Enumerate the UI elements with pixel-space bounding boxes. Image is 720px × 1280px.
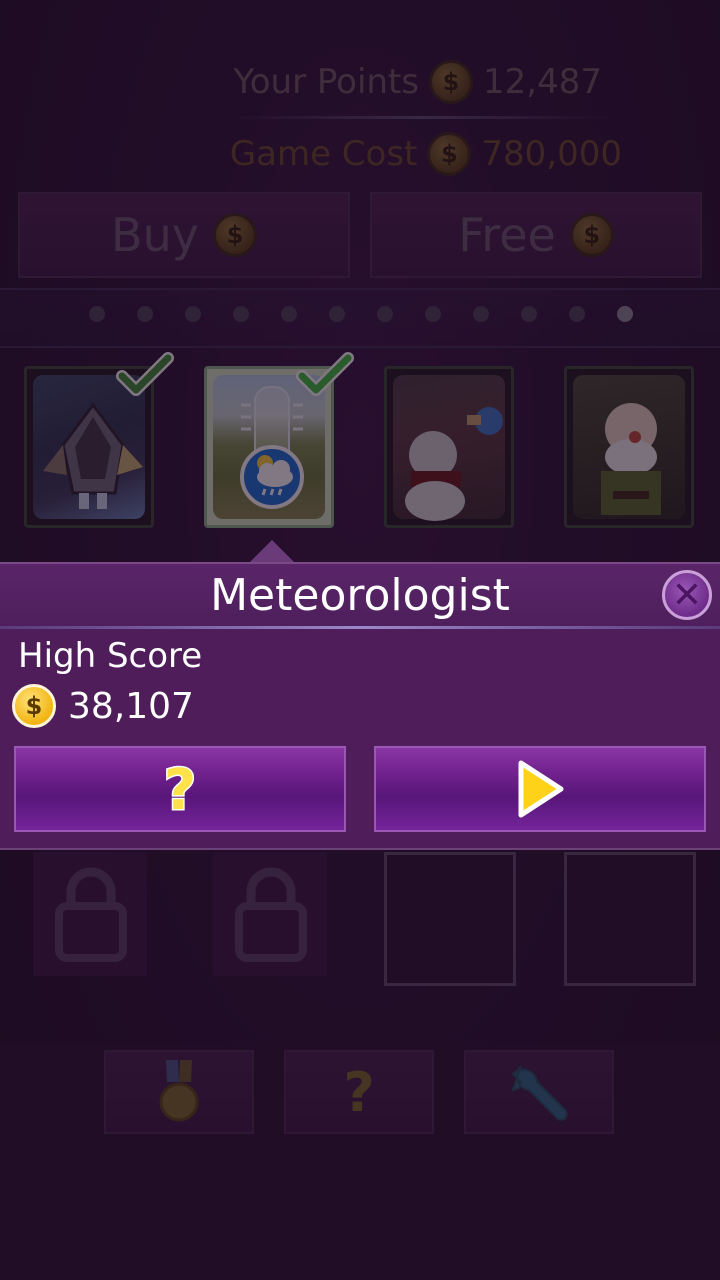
buy-button[interactable]: Buy $ [18, 192, 350, 278]
pager-dot[interactable] [185, 306, 201, 322]
pager-dot[interactable] [377, 306, 393, 322]
close-button[interactable]: ✕ [662, 570, 712, 620]
question-icon: ? [162, 757, 197, 821]
your-points-row: Your Points $ 12,487 [0, 52, 720, 112]
achievements-button[interactable] [104, 1050, 254, 1134]
your-points-label: Your Points [233, 62, 420, 102]
popup-divider [0, 626, 720, 629]
free-button[interactable]: Free $ [370, 192, 702, 278]
game-cost-label: Game Cost [229, 134, 418, 174]
empty-slot[interactable] [384, 852, 516, 986]
game-card-snowman[interactable] [384, 366, 514, 528]
lock-icon [235, 867, 307, 962]
medal-icon [159, 1060, 199, 1122]
empty-slot[interactable] [564, 852, 696, 986]
buy-label: Buy [111, 208, 199, 262]
your-points-value: 12,487 [483, 62, 602, 102]
high-score-row: $ 38,107 [12, 684, 194, 728]
game-info-popup: Meteorologist ✕ High Score $ 38,107 ? [0, 562, 720, 850]
pager-dot[interactable] [281, 306, 297, 322]
pager-dot[interactable] [233, 306, 249, 322]
owned-check-icon [296, 352, 354, 396]
play-icon [518, 760, 564, 818]
snowman-icon [405, 407, 503, 521]
popup-pointer [250, 540, 294, 562]
coin-icon: $ [569, 213, 614, 257]
pager-dot[interactable] [569, 306, 585, 322]
svg-text:?: ? [164, 758, 196, 821]
coin-icon: $ [212, 213, 257, 257]
close-icon: ✕ [671, 574, 703, 616]
coin-icon: $ [12, 684, 56, 728]
game-cost-row: Game Cost $ 780,000 [0, 124, 720, 184]
locked-slot[interactable] [33, 852, 147, 976]
locked-slot[interactable] [213, 852, 327, 976]
coin-icon: $ [429, 60, 474, 104]
game-card-old-man[interactable] [564, 366, 694, 528]
settings-button[interactable] [464, 1050, 614, 1134]
pager-dot[interactable] [329, 306, 345, 322]
question-icon: ? [343, 1060, 375, 1124]
game-help-button[interactable]: ? [14, 746, 346, 832]
pager-dot[interactable] [137, 306, 153, 322]
pager-dots[interactable] [0, 300, 720, 328]
owned-check-icon [116, 352, 174, 396]
old-man-icon [601, 403, 661, 515]
help-button[interactable]: ? [284, 1050, 434, 1134]
pager-dot[interactable] [473, 306, 489, 322]
snowman-art [393, 375, 505, 521]
play-button[interactable] [374, 746, 706, 832]
pager-dot[interactable] [89, 306, 105, 322]
lock-icon [55, 867, 127, 962]
high-score-value: 38,107 [68, 685, 194, 727]
high-score-label: High Score [18, 636, 203, 676]
game-cost-value: 780,000 [481, 134, 622, 174]
popup-title: Meteorologist [210, 570, 510, 621]
pager-dot-active[interactable] [617, 306, 633, 322]
pager-dot[interactable] [521, 306, 537, 322]
divider [230, 116, 610, 119]
free-label: Free [458, 208, 556, 262]
wrench-icon [511, 1065, 568, 1121]
coin-icon: $ [427, 132, 472, 176]
old-man-art [573, 375, 685, 519]
pager-dot[interactable] [425, 306, 441, 322]
